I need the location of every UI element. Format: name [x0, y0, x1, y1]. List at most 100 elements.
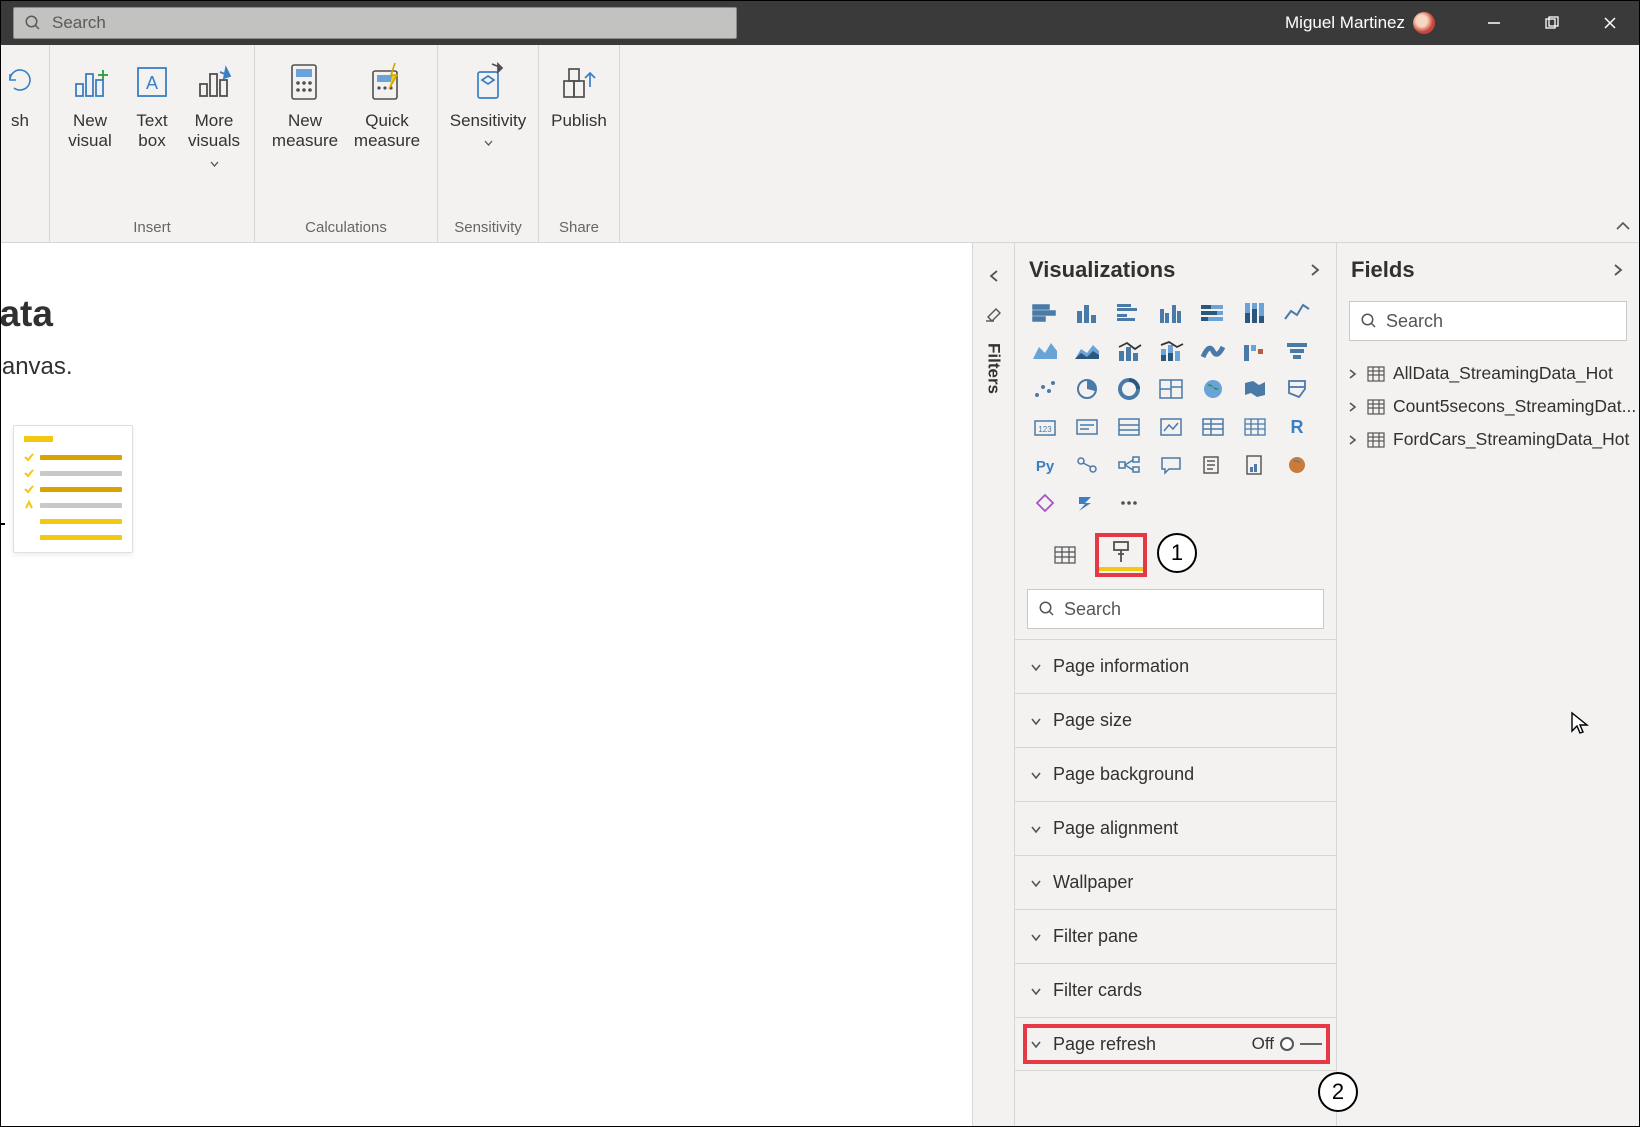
- fields-tab-button[interactable]: [1039, 533, 1091, 577]
- treemap-icon[interactable]: [1153, 373, 1189, 405]
- new-visual-button[interactable]: New visual: [64, 59, 116, 152]
- python-visual-icon[interactable]: Py: [1027, 449, 1063, 481]
- collapse-ribbon-button[interactable]: [1615, 220, 1631, 238]
- scatter-icon[interactable]: [1027, 373, 1063, 405]
- pie-icon[interactable]: [1069, 373, 1105, 405]
- card-icon[interactable]: [1069, 411, 1105, 443]
- chevron-down-icon: [1029, 984, 1043, 998]
- line-chart-icon[interactable]: [1279, 297, 1315, 329]
- search-icon: [1038, 600, 1056, 618]
- report-canvas[interactable]: ls with your data Fields pane onto the r…: [1, 243, 973, 1126]
- 100-stacked-column-icon[interactable]: [1237, 297, 1273, 329]
- chevron-right-icon[interactable]: [1611, 263, 1625, 277]
- more-visuals-button[interactable]: More visuals: [188, 59, 240, 172]
- viz-gallery: 123 R Py: [1015, 297, 1336, 519]
- calculator-icon: [282, 59, 328, 105]
- quick-measure-button[interactable]: Quick measure: [351, 59, 423, 152]
- section-wallpaper[interactable]: Wallpaper: [1015, 855, 1336, 909]
- table-item[interactable]: Count5secons_StreamingDat...: [1337, 390, 1639, 423]
- 100-stacked-bar-icon[interactable]: [1195, 297, 1231, 329]
- stacked-area-icon[interactable]: [1069, 335, 1105, 367]
- chevron-down-icon: [1029, 930, 1043, 944]
- table-icon: [1367, 399, 1385, 415]
- gauge-icon[interactable]: 123: [1027, 411, 1063, 443]
- section-page-background[interactable]: Page background: [1015, 747, 1336, 801]
- area-chart-icon[interactable]: [1027, 335, 1063, 367]
- smart-narrative-icon[interactable]: [1195, 449, 1231, 481]
- multi-row-card-icon[interactable]: [1111, 411, 1147, 443]
- clustered-bar-icon[interactable]: [1111, 297, 1147, 329]
- shape-map-icon[interactable]: [1279, 373, 1315, 405]
- refresh-button[interactable]: sh: [5, 59, 35, 131]
- filters-label: Filters: [984, 343, 1004, 394]
- callout-2: 2: [1318, 1072, 1358, 1112]
- fields-search[interactable]: Search: [1349, 301, 1627, 341]
- filters-pane-collapsed[interactable]: Filters: [973, 243, 1015, 1126]
- section-page-information[interactable]: Page information: [1015, 639, 1336, 693]
- more-icon[interactable]: [1111, 487, 1147, 519]
- close-button[interactable]: [1581, 1, 1639, 45]
- search-icon: [1360, 312, 1378, 330]
- text-box-button[interactable]: A Text box: [126, 59, 178, 152]
- new-measure-button[interactable]: New measure: [269, 59, 341, 152]
- chevron-right-icon: [1347, 434, 1359, 446]
- stacked-column-icon[interactable]: [1069, 297, 1105, 329]
- global-search[interactable]: Search: [13, 7, 737, 39]
- section-filter-cards[interactable]: Filter cards: [1015, 963, 1336, 1017]
- paginated-report-icon[interactable]: [1237, 449, 1273, 481]
- section-page-refresh[interactable]: Page refresh Off: [1015, 1017, 1336, 1071]
- publish-button[interactable]: Publish: [553, 59, 605, 131]
- waterfall-icon[interactable]: [1237, 335, 1273, 367]
- table-item[interactable]: AllData_StreamingData_Hot: [1337, 357, 1639, 390]
- viz-search[interactable]: Search: [1027, 589, 1324, 629]
- maximize-button[interactable]: [1523, 1, 1581, 45]
- arcgis-icon[interactable]: [1279, 449, 1315, 481]
- stacked-bar-icon[interactable]: [1027, 297, 1063, 329]
- map-icon[interactable]: [1195, 373, 1231, 405]
- power-automate-icon[interactable]: [1069, 487, 1105, 519]
- table-item[interactable]: FordCars_StreamingData_Hot: [1337, 423, 1639, 456]
- minimize-button[interactable]: [1465, 1, 1523, 45]
- svg-text:R: R: [1291, 417, 1304, 437]
- chevron-down-icon: [1029, 714, 1043, 728]
- field-list: AllData_StreamingData_Hot Count5secons_S…: [1337, 357, 1639, 456]
- svg-text:123: 123: [1038, 425, 1052, 434]
- power-apps-icon[interactable]: [1027, 487, 1063, 519]
- viz-title: Visualizations: [1029, 257, 1175, 283]
- donut-icon[interactable]: [1111, 373, 1147, 405]
- chart-icon: [67, 59, 113, 105]
- search-icon: [24, 14, 42, 32]
- table-icon: [1367, 366, 1385, 382]
- chevron-right-icon[interactable]: [1308, 263, 1322, 277]
- fields-pane: Fields Search AllData_StreamingData_Hot …: [1337, 243, 1639, 1126]
- avatar[interactable]: [1413, 12, 1435, 34]
- slicer-icon[interactable]: [1195, 411, 1231, 443]
- r-visual-icon[interactable]: R: [1279, 411, 1315, 443]
- line-clustered-column-icon[interactable]: [1111, 335, 1147, 367]
- format-tab-button[interactable]: [1095, 533, 1147, 577]
- key-influencers-icon[interactable]: [1069, 449, 1105, 481]
- svg-text:Py: Py: [1036, 458, 1055, 475]
- qa-visual-icon[interactable]: [1153, 449, 1189, 481]
- visualizations-pane: Visualizations: [1015, 243, 1337, 1126]
- ribbon-chart-icon[interactable]: [1195, 335, 1231, 367]
- section-page-size[interactable]: Page size: [1015, 693, 1336, 747]
- section-page-alignment[interactable]: Page alignment: [1015, 801, 1336, 855]
- funnel-icon[interactable]: [1279, 335, 1315, 367]
- line-stacked-column-icon[interactable]: [1153, 335, 1189, 367]
- sensitivity-button[interactable]: Sensitivity: [452, 59, 524, 152]
- canvas-title: ls with your data: [1, 293, 952, 335]
- kpi-icon[interactable]: [1153, 411, 1189, 443]
- quick-calc-icon: [364, 59, 410, 105]
- group-sensitivity: Sensitivity: [454, 215, 522, 242]
- page-refresh-toggle[interactable]: Off: [1252, 1034, 1322, 1054]
- clustered-column-icon[interactable]: [1153, 297, 1189, 329]
- user-name[interactable]: Miguel Martinez: [1285, 13, 1405, 33]
- chevron-left-icon: [987, 269, 1001, 283]
- callout-1: 1: [1157, 533, 1197, 573]
- section-filter-pane[interactable]: Filter pane: [1015, 909, 1336, 963]
- table-icon[interactable]: [1237, 411, 1273, 443]
- fields-title: Fields: [1351, 257, 1415, 283]
- filled-map-icon[interactable]: [1237, 373, 1273, 405]
- decomposition-tree-icon[interactable]: [1111, 449, 1147, 481]
